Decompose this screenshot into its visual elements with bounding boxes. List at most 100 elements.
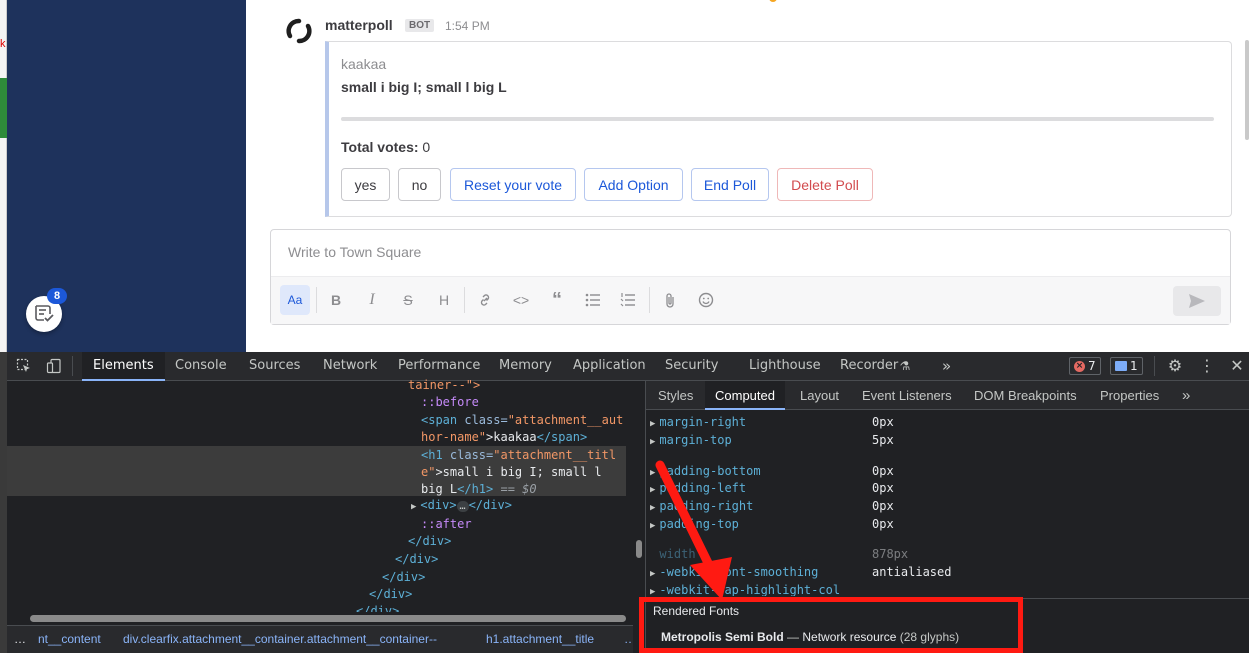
format-toggle-button[interactable]: Aa <box>280 285 310 315</box>
channel-scrollbar[interactable] <box>1245 40 1249 140</box>
dom-span-open[interactable]: <span class="attachment__aut <box>421 412 623 429</box>
attachment-button[interactable] <box>655 285 685 315</box>
delete-poll-button[interactable]: Delete Poll <box>777 168 873 201</box>
tab-lighthouse[interactable]: Lighthouse <box>749 352 821 381</box>
code-icon: <> <box>512 292 530 308</box>
font-name: Metropolis Semi Bold <box>661 630 784 644</box>
message-input[interactable]: Write to Town Square <box>288 244 421 260</box>
dom-div-close[interactable]: </div> <box>408 533 451 550</box>
send-button[interactable] <box>1173 286 1221 316</box>
end-poll-button[interactable]: End Poll <box>691 168 769 201</box>
subtab-dom-breakpoints[interactable]: DOM Breakpoints <box>974 381 1077 410</box>
post-time[interactable]: 1:54 PM <box>445 19 490 33</box>
rendered-fonts-header: Rendered Fonts <box>646 598 1249 624</box>
link-button[interactable] <box>470 285 500 315</box>
heading-button[interactable]: H <box>429 285 459 315</box>
tab-recorder[interactable]: Recorder <box>840 352 898 381</box>
strikethrough-button[interactable]: S <box>393 285 423 315</box>
font-separator: — <box>787 630 800 644</box>
italic-icon: I <box>369 291 375 308</box>
computed-property[interactable]: ▶ -webkit-font-smoothing antialiased <box>650 564 951 583</box>
message-count-badge[interactable]: 1 <box>1110 357 1143 375</box>
dom-line[interactable]: tainer--"> <box>408 377 480 394</box>
link-icon <box>480 294 490 306</box>
tab-console[interactable]: Console <box>175 352 227 381</box>
computed-property[interactable]: ▶ margin-right 0px <box>650 414 894 433</box>
post-author[interactable]: matterpoll <box>325 17 393 33</box>
checklist-icon <box>35 305 54 322</box>
breadcrumb-overflow[interactable]: … <box>624 632 633 646</box>
subtab-styles[interactable]: Styles <box>658 381 693 410</box>
emoji-button[interactable] <box>691 285 721 315</box>
matterpoll-avatar[interactable] <box>286 18 312 44</box>
breadcrumb-item[interactable]: nt__content <box>38 632 101 646</box>
reset-vote-button[interactable]: Reset your vote <box>450 168 576 201</box>
bot-tag: BOT <box>405 19 435 32</box>
code-button[interactable]: <> <box>506 285 536 315</box>
error-icon: × <box>1074 360 1085 372</box>
quote-button[interactable]: “ <box>542 285 572 315</box>
toolbar-separator <box>1154 356 1155 376</box>
total-votes-label: Total votes: <box>341 139 419 155</box>
breadcrumb-overflow[interactable]: … <box>14 632 26 646</box>
breadcrumb-item[interactable]: div.clearfix.attachment__container.attac… <box>123 632 437 646</box>
elements-scrollbar-vertical[interactable] <box>636 540 642 558</box>
close-devtools-icon[interactable]: ✕ <box>1229 358 1245 374</box>
dom-pseudo-after[interactable]: ::after <box>421 516 472 533</box>
dom-h1-close[interactable]: big L</h1> == $0 <box>421 481 537 498</box>
paperclip-icon <box>666 293 674 308</box>
computed-property[interactable]: ▶width878px <box>650 546 908 565</box>
checklist-badge: 8 <box>47 288 67 304</box>
dom-pseudo-before[interactable]: ::before <box>421 394 479 411</box>
vote-no-button[interactable]: no <box>398 168 441 201</box>
attachment-divider <box>341 117 1214 121</box>
error-count-badge[interactable]: × 7 <box>1069 357 1101 375</box>
subtab-layout[interactable]: Layout <box>800 381 839 410</box>
flask-icon: ⚗ <box>899 359 911 373</box>
dom-div-close[interactable]: </div> <box>369 586 412 603</box>
device-toolbar-icon[interactable] <box>46 358 62 374</box>
tab-elements[interactable]: Elements <box>82 352 165 381</box>
numbered-list-button[interactable] <box>613 285 643 315</box>
computed-property[interactable]: ▶ padding-top 0px <box>650 516 894 535</box>
computed-property[interactable]: ▶-webkit-tap-highlight-colrgba(0, 0, 0, … <box>650 582 840 596</box>
subtab-properties[interactable]: Properties <box>1100 381 1159 410</box>
dom-div-collapsed[interactable]: ▶ <div>… </div> <box>411 497 512 516</box>
italic-button[interactable]: I <box>357 285 387 315</box>
dom-div-close[interactable]: </div> <box>356 603 399 612</box>
format-separator <box>649 287 650 313</box>
inspect-element-icon[interactable] <box>16 358 32 374</box>
breadcrumb-item-active[interactable]: h1.attachment__title <box>486 632 594 646</box>
tab-sources[interactable]: Sources <box>249 352 300 381</box>
subtab-computed[interactable]: Computed <box>705 381 785 410</box>
computed-property[interactable]: ▶ margin-top 5px <box>650 432 894 451</box>
font-glyph-count: (28 glyphs) <box>899 630 960 644</box>
settings-gear-icon[interactable]: ⚙ <box>1167 358 1183 374</box>
dom-div-close[interactable]: </div> <box>395 551 438 568</box>
more-tabs-button[interactable]: » <box>942 352 951 381</box>
bold-button[interactable]: B <box>321 285 351 315</box>
computed-property[interactable]: ▶ padding-right 0px <box>650 498 894 517</box>
more-options-icon[interactable]: ⋮ <box>1199 358 1215 374</box>
devtools-edge <box>0 352 7 653</box>
tab-network[interactable]: Network <box>323 352 377 381</box>
dom-div-close[interactable]: </div> <box>382 569 425 586</box>
computed-property[interactable]: ▶ padding-left 0px <box>650 480 894 499</box>
subtab-more-button[interactable]: » <box>1182 381 1190 410</box>
window-edge: k <box>0 0 7 352</box>
numbered-list-icon <box>620 293 635 307</box>
add-option-button[interactable]: Add Option <box>584 168 683 201</box>
dom-h1-open[interactable]: <h1 class="attachment__titl <box>421 447 616 464</box>
elements-scrollbar-horizontal[interactable] <box>30 615 626 622</box>
font-source: Network resource <box>802 630 897 644</box>
tab-memory[interactable]: Memory <box>499 352 552 381</box>
tab-security[interactable]: Security <box>665 352 718 381</box>
dom-span-text[interactable]: hor-name">kaakaa</span> <box>421 429 587 446</box>
send-icon <box>1189 294 1205 308</box>
bulleted-list-button[interactable] <box>578 285 608 315</box>
subtab-event-listeners[interactable]: Event Listeners <box>862 381 952 410</box>
dom-h1-text[interactable]: e">small i big I; small l <box>421 464 602 481</box>
vote-yes-button[interactable]: yes <box>341 168 390 201</box>
tab-application[interactable]: Application <box>573 352 646 381</box>
emoji-icon <box>698 292 714 308</box>
